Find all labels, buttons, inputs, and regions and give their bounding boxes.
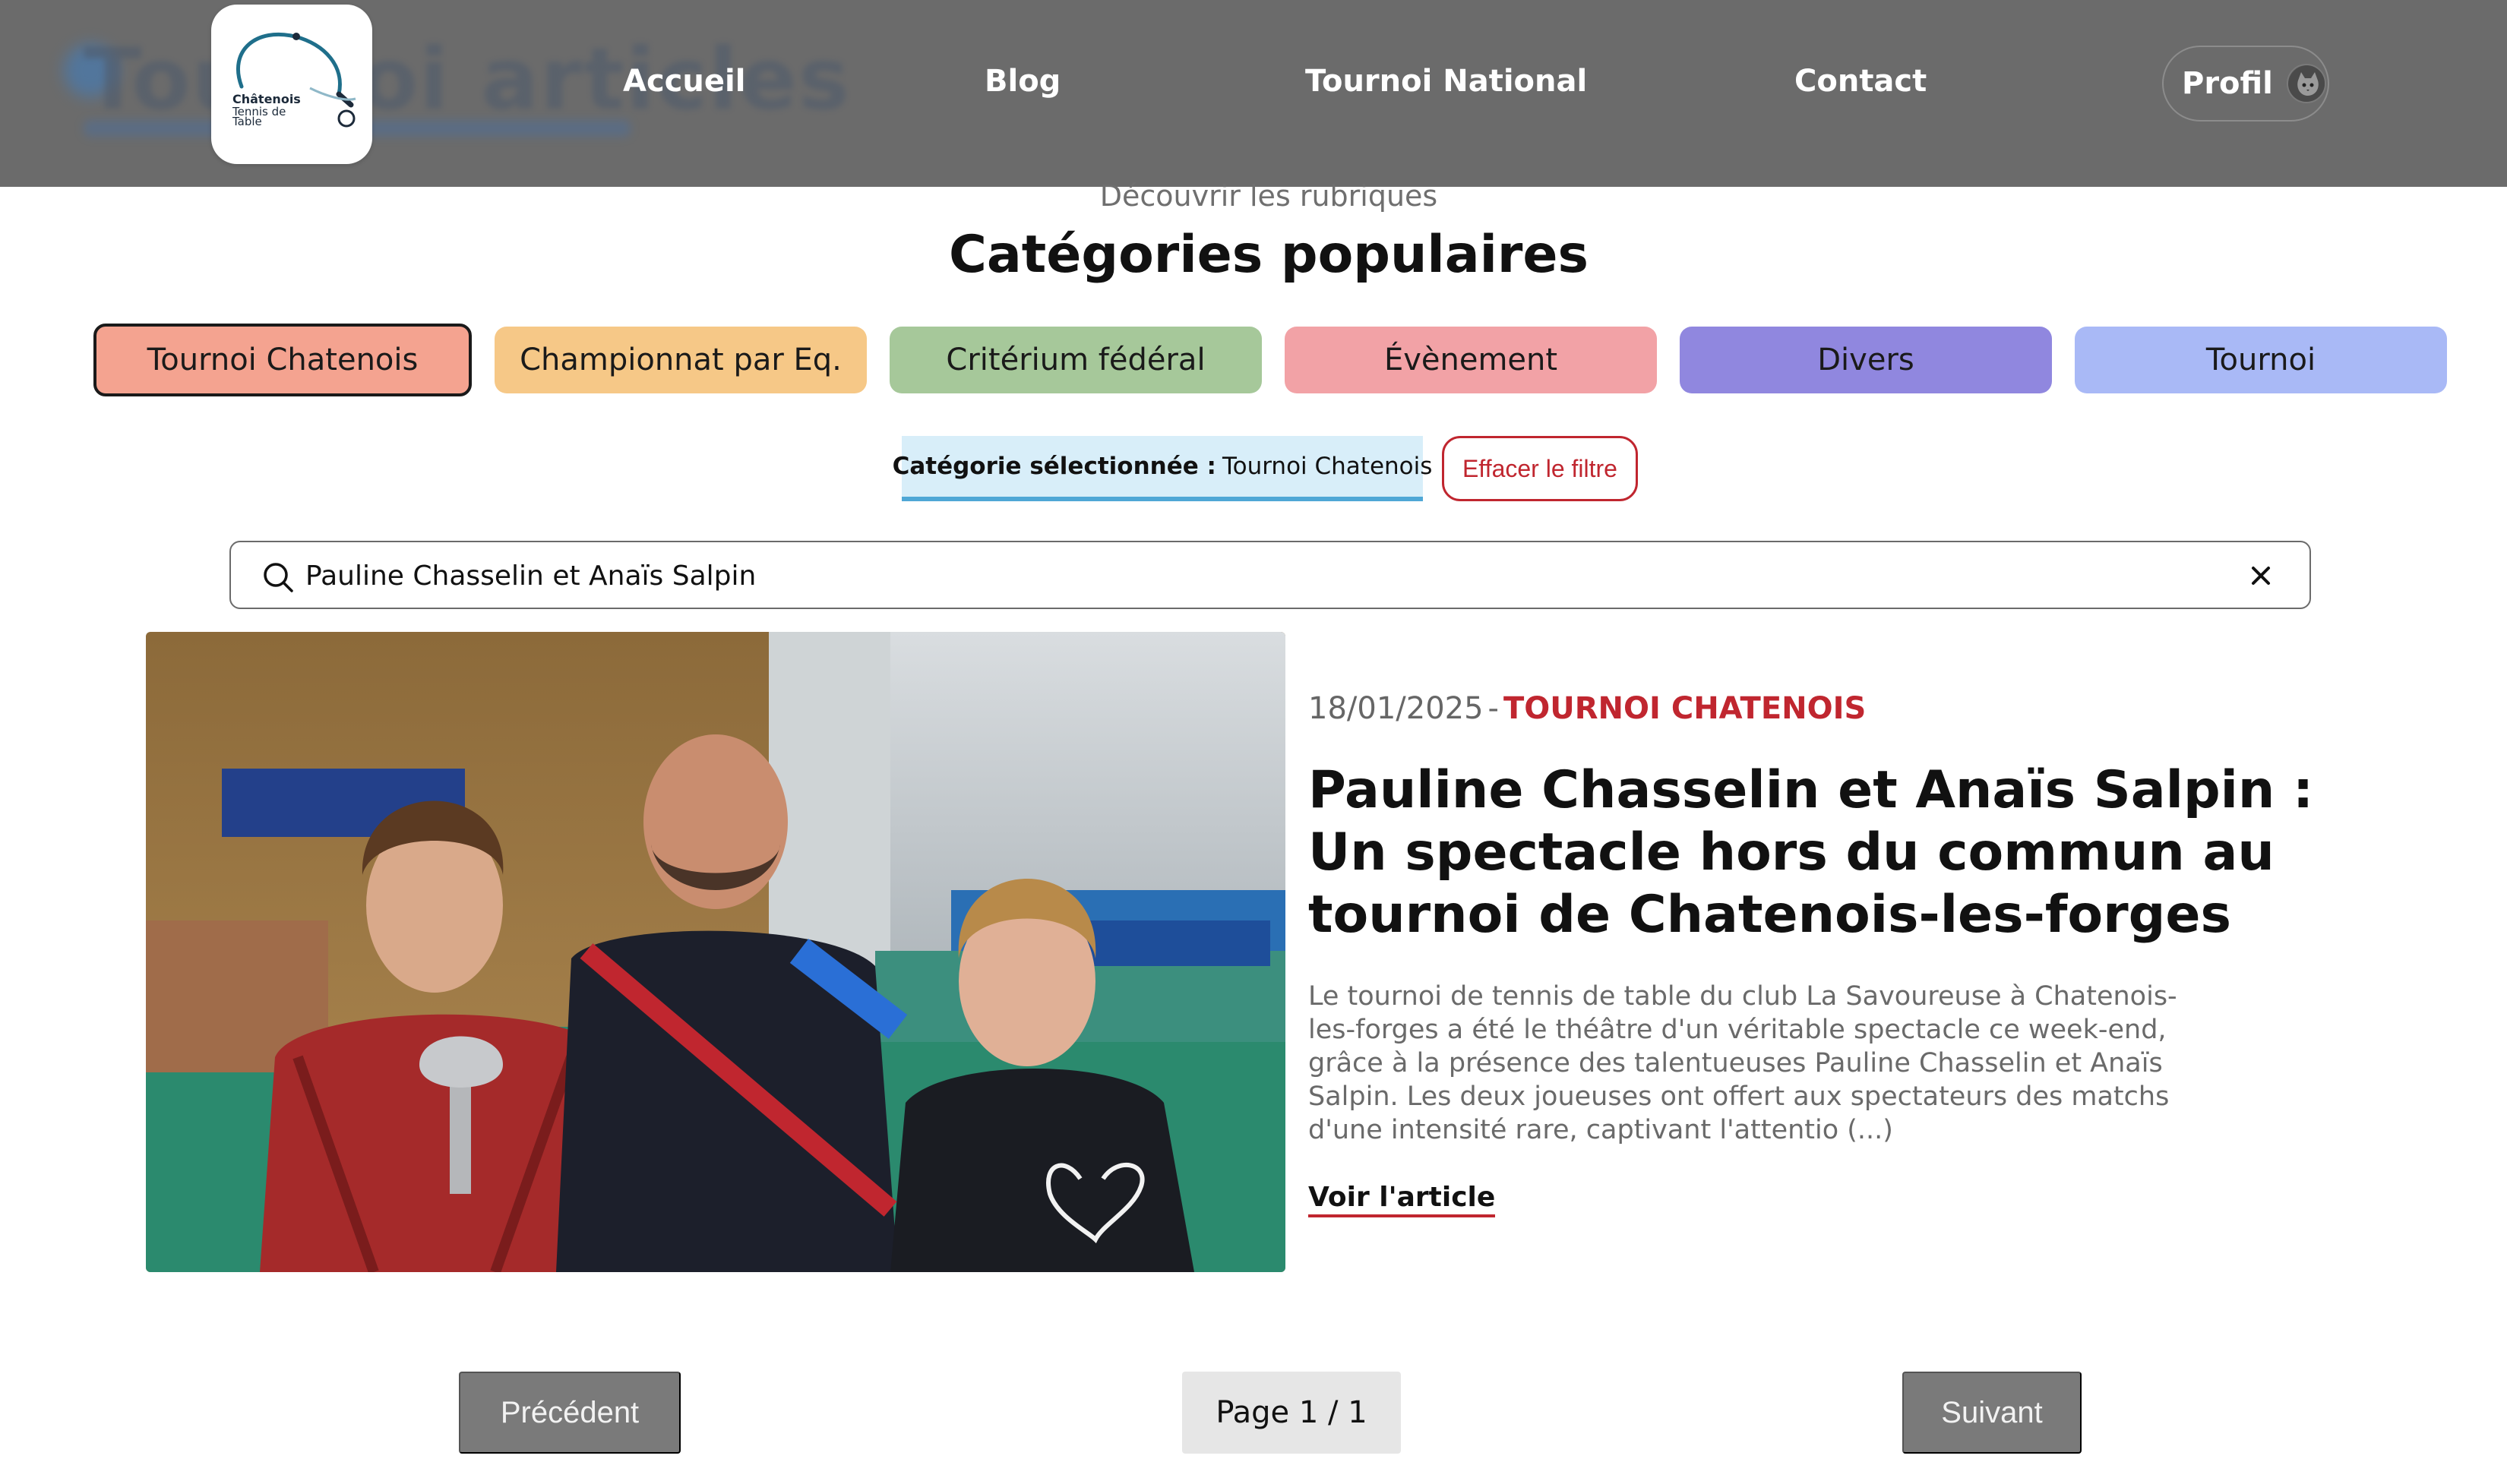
selected-category-badge: Catégorie sélectionnée : Tournoi Chateno…	[893, 436, 1432, 501]
profile-label: Profil	[2182, 66, 2273, 101]
article-excerpt: Le tournoi de tennis de table du club La…	[1308, 981, 2177, 1145]
category-tournoi[interactable]: Tournoi	[2075, 327, 2447, 393]
close-icon[interactable]	[2246, 560, 2276, 594]
site-header: Tournoi articles Châtenois Tennis de Tab…	[0, 0, 2507, 187]
page-indicator: Page 1 / 1	[1182, 1372, 1401, 1454]
logo-text: Châtenois Tennis de Table	[232, 92, 301, 128]
profile-button[interactable]: Profil	[2162, 46, 2329, 122]
section-kicker: Découvrir les rubriques	[1099, 179, 1438, 213]
category-evenement[interactable]: Évènement	[1285, 327, 1657, 393]
search-icon	[261, 560, 295, 597]
club-logo[interactable]: Châtenois Tennis de Table	[211, 5, 372, 164]
article-meta: 18/01/2025- TOURNOI CHATENOIS	[1308, 691, 1866, 726]
cat-avatar-icon	[2287, 65, 2325, 102]
category-criterium-federal[interactable]: Critérium fédéral	[890, 327, 1262, 393]
selected-category-value: Tournoi Chatenois	[1222, 453, 1433, 480]
avatar	[2286, 64, 2326, 103]
category-tournoi-chatenois[interactable]: Tournoi Chatenois	[93, 324, 472, 396]
players-photo-illustration	[146, 632, 1285, 1272]
selected-category-label: Catégorie sélectionnée :	[892, 453, 1216, 480]
nav-link-contact[interactable]: Contact	[1794, 64, 1927, 99]
meta-separator: -	[1487, 691, 1499, 726]
search-bar[interactable]: Pauline Chasselin et Anaïs Salpin	[229, 541, 2311, 609]
previous-page-button[interactable]: Précédent	[459, 1372, 681, 1454]
article-photo[interactable]	[146, 632, 1285, 1272]
article-title[interactable]: Pauline Chasselin et Anaïs Salpin : Un s…	[1308, 759, 2387, 946]
read-article-link[interactable]: Voir l'article	[1308, 1182, 1496, 1217]
article-category[interactable]: TOURNOI CHATENOIS	[1503, 691, 1866, 726]
next-page-button[interactable]: Suivant	[1902, 1372, 2082, 1454]
search-input[interactable]: Pauline Chasselin et Anaïs Salpin	[305, 560, 756, 592]
section-title: Catégories populaires	[948, 225, 1589, 285]
nav-link-blog[interactable]: Blog	[985, 64, 1061, 99]
nav-link-accueil[interactable]: Accueil	[623, 64, 745, 99]
paddle-logo-icon	[236, 32, 356, 128]
category-championnat-par-eq[interactable]: Championnat par Eq.	[495, 327, 867, 393]
nav-link-tournoi-national[interactable]: Tournoi National	[1305, 64, 1587, 99]
clear-filter-button[interactable]: Effacer le filtre	[1442, 436, 1638, 501]
article-date: 18/01/2025	[1308, 691, 1484, 726]
category-divers[interactable]: Divers	[1680, 327, 2052, 393]
